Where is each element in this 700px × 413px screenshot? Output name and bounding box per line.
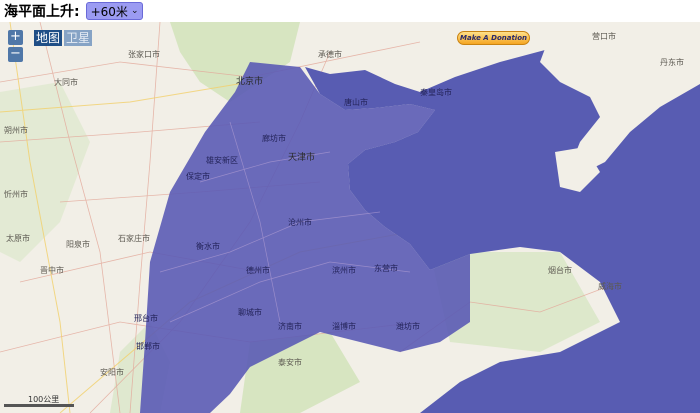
map-type-map-button[interactable]: 地图 [34,30,63,46]
place-label: 大同市 [54,78,78,87]
place-label: 石家庄市 [118,234,150,243]
place-label: 北京市 [236,77,264,87]
place-label: 沧州市 [288,218,312,227]
sea-level-label: 海平面上升: [4,4,80,20]
place-label: 济南市 [278,322,302,331]
place-label: 太原市 [6,234,30,243]
place-label: 衡水市 [196,242,220,251]
place-label: 阳泉市 [66,240,90,249]
sea-level-value: +60米 [90,4,128,19]
place-label: 滨州市 [332,266,356,275]
place-label: 聊城市 [238,308,262,317]
place-label: 承德市 [318,50,342,59]
zoom-out-button[interactable]: − [8,47,23,62]
place-label: 晋中市 [40,266,64,275]
place-label: 唐山市 [344,98,368,107]
donate-button[interactable]: Make A Donation [457,31,530,45]
place-label: 天津市 [288,153,316,163]
place-label: 泰安市 [278,358,302,367]
zoom-controls: + − [8,30,23,62]
place-label: 淄博市 [332,322,356,331]
map-layers [0,22,700,413]
top-bar: 海平面上升: +60米 ⌄ [0,0,700,22]
place-label: 丹东市 [660,58,684,67]
place-label: 保定市 [186,172,210,181]
place-label: 邯郸市 [136,342,160,351]
place-label: 张家口市 [128,50,160,59]
scale-bar: 100公里 [4,394,74,407]
place-label: 营口市 [592,32,616,41]
place-label: 秦皇岛市 [420,88,452,97]
place-label: 安阳市 [100,368,124,377]
place-label: 潍坊市 [396,322,420,331]
chevron-down-icon: ⌄ [130,6,139,16]
place-label: 烟台市 [548,266,572,275]
map-canvas[interactable]: 北京市 天津市 唐山市 秦皇岛市 廊坊市 保定市 雄安新区 沧州市 衡水市 石家… [0,22,700,413]
place-label: 雄安新区 [206,156,238,165]
zoom-in-button[interactable]: + [8,30,23,45]
map-type-satellite-button[interactable]: 卫星 [64,30,93,46]
place-label: 廊坊市 [262,134,286,143]
scale-line [4,404,74,407]
place-label: 威海市 [598,282,622,291]
place-label: 朔州市 [4,126,28,135]
map-type-toggle: 地图 卫星 [34,30,93,46]
place-label: 邢台市 [134,314,158,323]
place-label: 忻州市 [4,190,28,199]
place-label: 东营市 [374,264,398,273]
place-label: 德州市 [246,266,270,275]
sea-level-select[interactable]: +60米 ⌄ [85,2,144,20]
